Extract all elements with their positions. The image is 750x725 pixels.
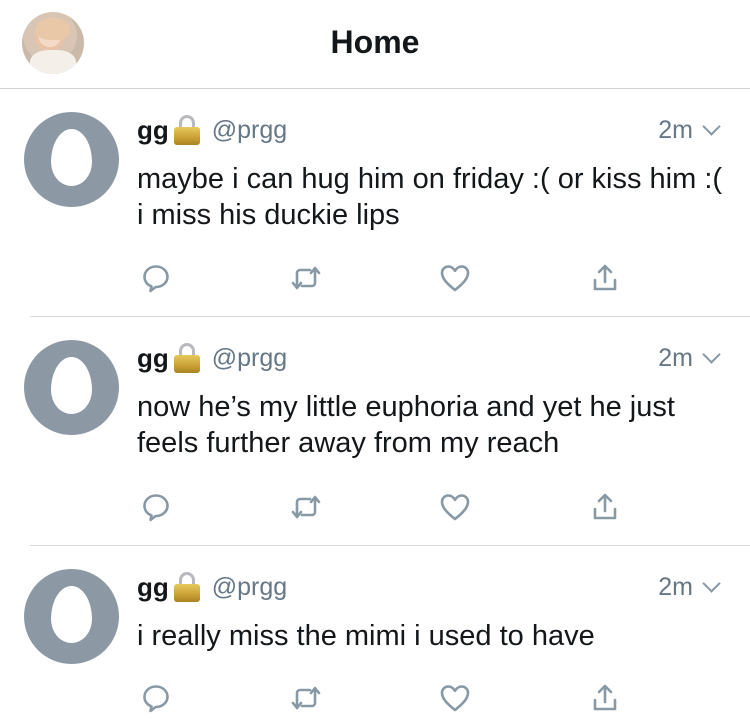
retweet-icon bbox=[291, 495, 321, 519]
tweet-text: i really miss the mimi i used to have bbox=[137, 620, 595, 652]
lock-icon bbox=[173, 115, 200, 145]
share-button[interactable] bbox=[585, 487, 625, 527]
time-text: 2m bbox=[658, 572, 693, 601]
tweet-text: now he’s my little euphoria and yet he j… bbox=[137, 391, 675, 459]
reply-button[interactable] bbox=[136, 678, 176, 718]
reply-icon bbox=[143, 685, 169, 713]
reply-icon bbox=[143, 265, 169, 293]
chevron-down-icon[interactable] bbox=[702, 116, 721, 136]
tweet-divider bbox=[30, 545, 750, 546]
like-button[interactable] bbox=[435, 258, 475, 298]
tweet-header: gg @prgg bbox=[137, 114, 287, 146]
tweet-actions bbox=[0, 487, 750, 527]
tweet[interactable]: gg @prgg 2m now he’s my little euphoria … bbox=[0, 318, 750, 546]
retweet-button[interactable] bbox=[286, 258, 326, 298]
retweet-icon bbox=[291, 686, 321, 710]
tweet-text: maybe i can hug him on friday :( or kiss… bbox=[137, 163, 723, 231]
tweet-header: gg @prgg bbox=[137, 342, 287, 374]
tweet[interactable]: gg @prgg 2m i really miss the mimi i use… bbox=[0, 547, 750, 725]
tweet-timestamp: 2m bbox=[658, 571, 721, 603]
heart-icon bbox=[440, 265, 470, 292]
share-icon bbox=[593, 264, 617, 291]
default-egg-avatar[interactable] bbox=[24, 569, 119, 664]
like-button[interactable] bbox=[435, 678, 475, 718]
time-text: 2m bbox=[658, 343, 693, 372]
tweet-header: gg @prgg bbox=[137, 571, 287, 603]
retweet-button[interactable] bbox=[286, 487, 326, 527]
tweet-timestamp: 2m bbox=[658, 342, 721, 374]
username-handle[interactable]: @prgg bbox=[212, 344, 287, 373]
retweet-icon bbox=[291, 266, 321, 290]
tweet-actions bbox=[0, 258, 750, 298]
default-egg-avatar[interactable] bbox=[24, 340, 119, 435]
heart-icon bbox=[440, 494, 470, 521]
reply-button[interactable] bbox=[136, 487, 176, 527]
tweet-divider bbox=[30, 316, 750, 317]
lock-icon bbox=[173, 572, 200, 602]
share-button[interactable] bbox=[585, 258, 625, 298]
display-name[interactable]: gg bbox=[137, 343, 169, 374]
share-button[interactable] bbox=[585, 678, 625, 718]
retweet-button[interactable] bbox=[286, 678, 326, 718]
display-name[interactable]: gg bbox=[137, 115, 169, 146]
like-button[interactable] bbox=[435, 487, 475, 527]
username-handle[interactable]: @prgg bbox=[212, 573, 287, 602]
chevron-down-icon[interactable] bbox=[702, 344, 721, 364]
lock-icon bbox=[173, 343, 200, 373]
page-title: Home bbox=[330, 24, 420, 60]
reply-button[interactable] bbox=[136, 258, 176, 298]
default-egg-avatar[interactable] bbox=[24, 112, 119, 207]
top-bar: Home bbox=[0, 0, 750, 89]
tweet-timestamp: 2m bbox=[658, 114, 721, 146]
tweet[interactable]: gg @prgg 2m maybe i can hug him on frida… bbox=[0, 90, 750, 317]
tweet-actions bbox=[0, 678, 750, 718]
chevron-down-icon[interactable] bbox=[702, 573, 721, 593]
username-handle[interactable]: @prgg bbox=[212, 116, 287, 145]
time-text: 2m bbox=[658, 115, 693, 144]
display-name[interactable]: gg bbox=[137, 572, 169, 603]
share-icon bbox=[593, 493, 617, 520]
reply-icon bbox=[143, 494, 169, 522]
share-icon bbox=[593, 684, 617, 711]
heart-icon bbox=[440, 685, 470, 712]
